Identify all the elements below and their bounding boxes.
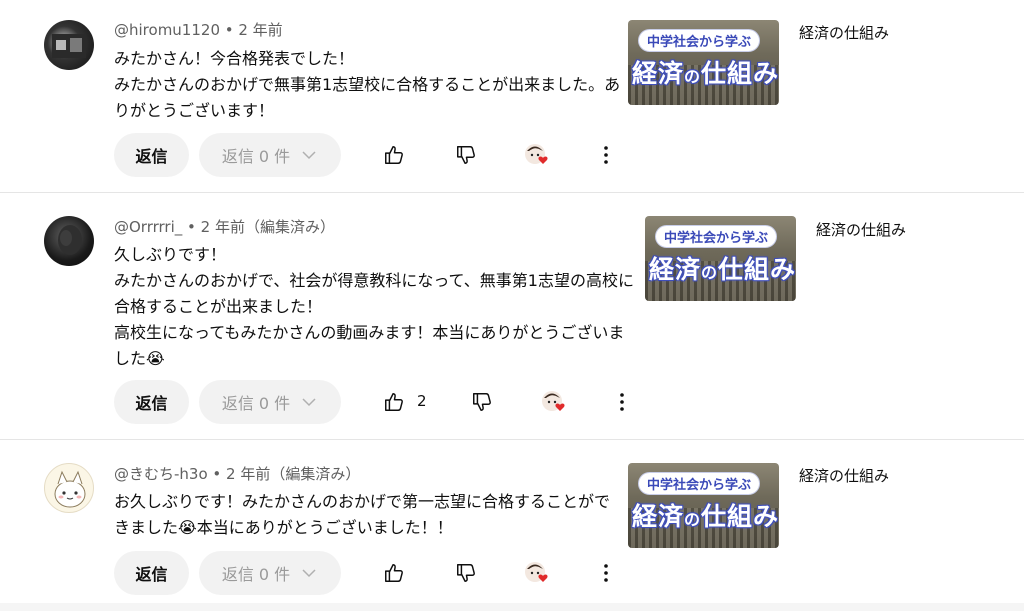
- timestamp[interactable]: • 2 年前: [220, 21, 283, 39]
- view-replies-button[interactable]: 返信 0 件: [199, 380, 341, 424]
- comment-meta: @きむち-h3o • 2 年前（編集済み）: [114, 463, 360, 484]
- avatar-image: [52, 34, 86, 58]
- author-name[interactable]: @hiromu1120: [114, 21, 220, 39]
- page-bottom-edge: [0, 603, 1024, 611]
- avatar[interactable]: [44, 463, 94, 513]
- thumbs-down-icon: [473, 393, 491, 411]
- more-vert-icon: [620, 393, 624, 411]
- reply-button[interactable]: 返信: [114, 380, 189, 424]
- avatar-image: [58, 225, 82, 255]
- thumbnail-tag: 中学社会から学ぶ: [638, 472, 761, 495]
- creator-heart-icon: [525, 562, 548, 582]
- more-options-button[interactable]: [594, 561, 618, 585]
- comment-text: みたかさん！今合格発表でした！ みたかさんのおかげで無事第1志望校に合格すること…: [114, 49, 621, 120]
- thumbs-up-icon: [385, 393, 403, 411]
- comment-meta: @Orrrrri_ • 2 年前（編集済み）: [114, 216, 335, 237]
- more-vert-icon: [604, 564, 608, 582]
- reply-label: 返信: [135, 394, 168, 413]
- like-button[interactable]: [382, 390, 406, 414]
- dislike-button[interactable]: [470, 390, 494, 414]
- chevron-down-icon: [302, 398, 316, 407]
- thumbnail-title-part: 仕組み: [701, 502, 779, 531]
- creator-heart[interactable]: [522, 141, 554, 171]
- thumbs-down-icon: [457, 564, 475, 582]
- more-options-button[interactable]: [610, 390, 634, 414]
- dislike-button[interactable]: [454, 143, 478, 167]
- author-name[interactable]: @きむち-h3o: [114, 465, 208, 483]
- comment-text: 久しぶりです！ みたかさんのおかげで、社会が得意教科になって、無事第1志望の高校…: [114, 245, 634, 368]
- reply-label: 返信: [135, 147, 168, 166]
- avatar[interactable]: [44, 216, 94, 266]
- chevron-down-icon: [302, 151, 316, 160]
- more-vert-icon: [604, 146, 608, 164]
- author-name[interactable]: @Orrrrri_: [114, 218, 182, 236]
- creator-heart-icon: [542, 391, 565, 411]
- thumbnail-tag: 中学社会から学ぶ: [638, 29, 761, 52]
- replies-label: 返信 0 件: [221, 565, 291, 584]
- comment-meta: @hiromu1120 • 2 年前: [114, 19, 283, 40]
- reply-button[interactable]: 返信: [114, 133, 189, 177]
- like-button[interactable]: [382, 561, 406, 585]
- reply-label: 返信: [135, 565, 168, 584]
- thumbnail-title-part: の: [684, 510, 702, 529]
- reply-button[interactable]: 返信: [114, 551, 189, 595]
- thumbs-up-icon: [385, 564, 403, 582]
- video-thumbnail[interactable]: 中学社会から学ぶ 経済の仕組み: [628, 463, 779, 548]
- timestamp[interactable]: • 2 年前（編集済み）: [208, 465, 360, 483]
- replies-label: 返信 0 件: [221, 394, 291, 413]
- thumbs-down-icon: [457, 146, 475, 164]
- chevron-down-icon: [302, 569, 316, 578]
- video-thumbnail[interactable]: 中学社会から学ぶ 経済の仕組み: [645, 216, 796, 301]
- avatar-image: [54, 470, 86, 508]
- creator-heart[interactable]: [522, 559, 554, 589]
- view-replies-button[interactable]: 返信 0 件: [199, 133, 341, 177]
- thumbnail-title-part: の: [701, 263, 719, 282]
- video-title-link[interactable]: 経済の仕組み: [799, 465, 889, 486]
- creator-heart-icon: [525, 144, 548, 164]
- view-replies-button[interactable]: 返信 0 件: [199, 551, 341, 595]
- thumbs-up-icon: [385, 146, 403, 164]
- thumbnail-title-part: 仕組み: [718, 255, 796, 284]
- dislike-button[interactable]: [454, 561, 478, 585]
- comment-text: お久しぶりです！みたかさんのおかげで第一志望に合格することがで きました😭本当に…: [114, 492, 611, 537]
- replies-label: 返信 0 件: [221, 147, 291, 166]
- divider: [0, 439, 1024, 440]
- more-options-button[interactable]: [594, 143, 618, 167]
- thumbnail-title-part: 仕組み: [701, 59, 779, 88]
- thumbnail-title: 経済の仕組み: [632, 54, 779, 90]
- avatar[interactable]: [44, 20, 94, 70]
- thumbnail-title-part: 経済: [632, 502, 685, 531]
- timestamp[interactable]: • 2 年前（編集済み）: [182, 218, 335, 236]
- divider: [0, 192, 1024, 193]
- thumbnail-title-part: 経済: [649, 255, 702, 284]
- thumbnail-title-part: 経済: [632, 59, 685, 88]
- video-thumbnail[interactable]: 中学社会から学ぶ 経済の仕組み: [628, 20, 779, 105]
- thumbnail-title: 経済の仕組み: [649, 250, 796, 286]
- creator-heart[interactable]: [539, 388, 571, 418]
- like-button[interactable]: [382, 143, 406, 167]
- video-title-link[interactable]: 経済の仕組み: [816, 219, 906, 240]
- like-count: 2: [417, 392, 427, 410]
- thumbnail-title: 経済の仕組み: [632, 497, 779, 533]
- thumbnail-title-part: の: [684, 67, 702, 86]
- video-title-link[interactable]: 経済の仕組み: [799, 22, 889, 43]
- thumbnail-tag: 中学社会から学ぶ: [655, 225, 778, 248]
